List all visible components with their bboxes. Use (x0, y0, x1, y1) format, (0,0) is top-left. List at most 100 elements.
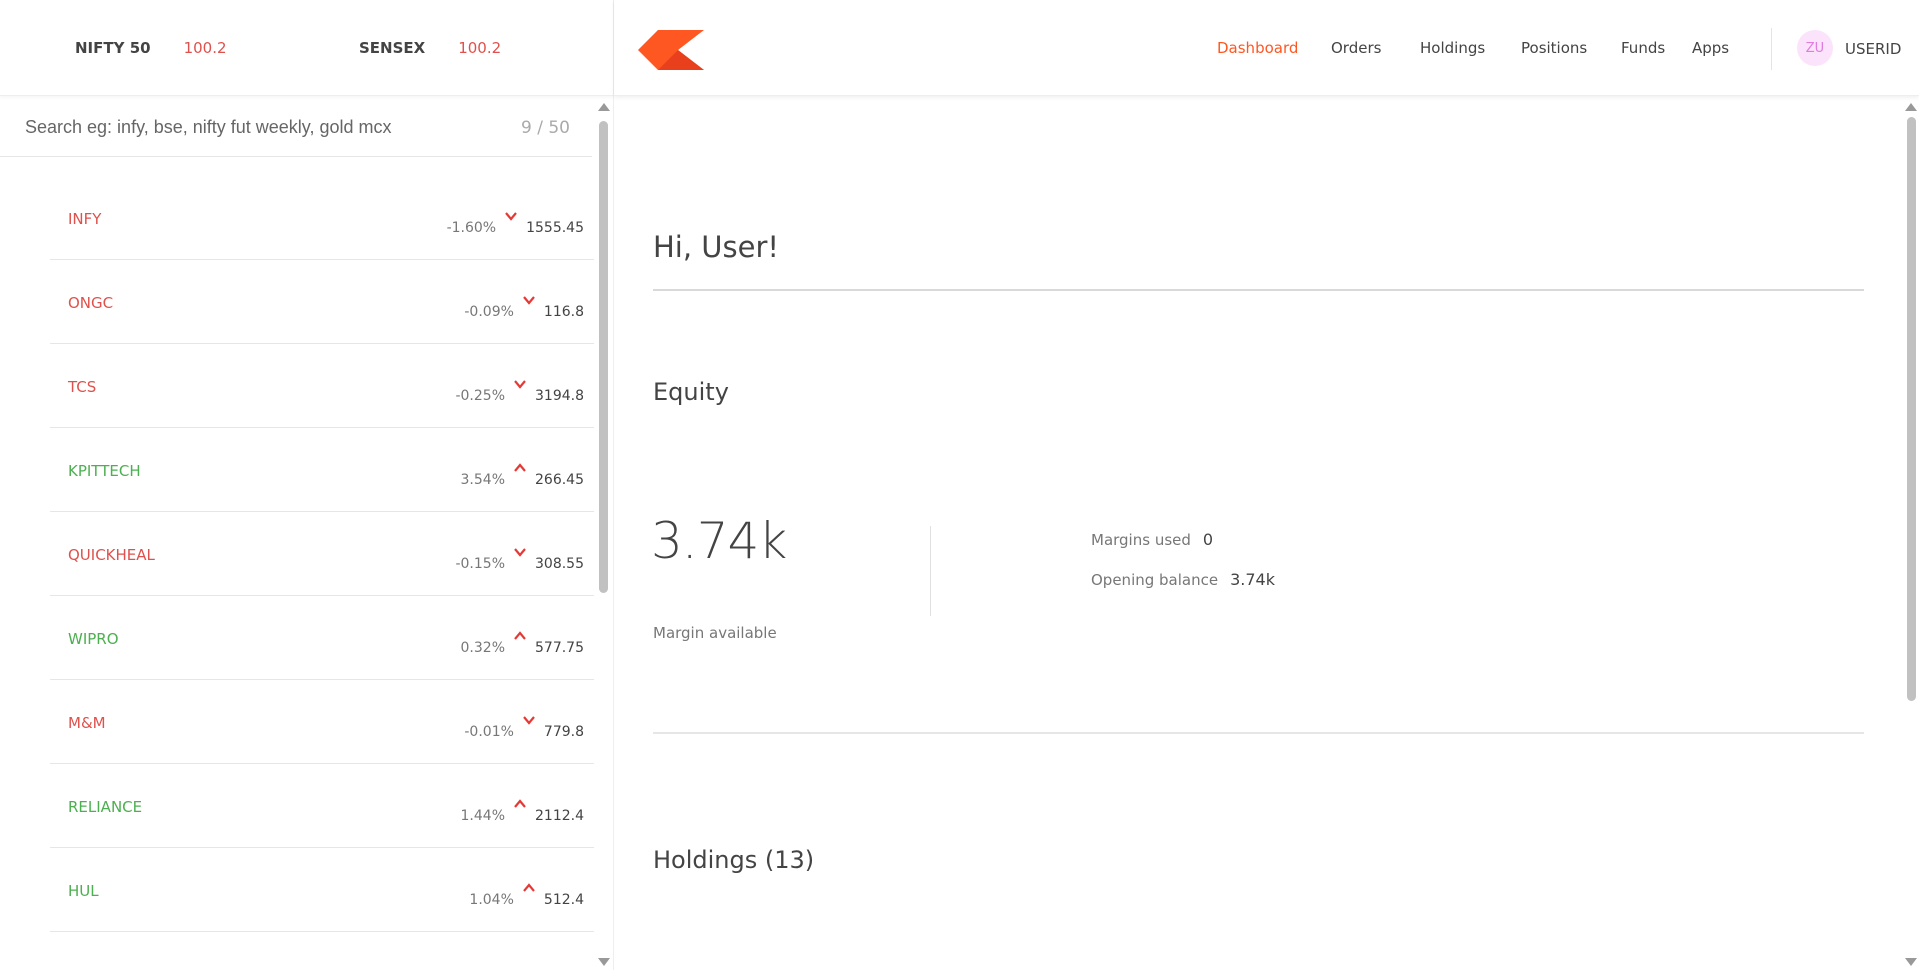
watchlist-item[interactable]: KPITTECH 3.54% 266.45 (50, 428, 594, 512)
margins-used-label: Margins used (1091, 531, 1191, 549)
greeting: Hi, User! (653, 230, 780, 264)
watchlist-item[interactable]: INFY -1.60% 1555.45 (50, 176, 594, 260)
chevron-down-icon (522, 714, 536, 728)
instrument-symbol: ONGC (68, 294, 114, 312)
left-panel: NIFTY 50 100.2 SENSEX 100.2 9 / 50 INFY -… (0, 0, 614, 970)
instrument-change: -0.01% (464, 724, 514, 740)
chevron-up-icon (513, 630, 527, 644)
equity-divider (930, 526, 931, 616)
index-value: 100.2 (183, 39, 227, 57)
main-scrollbar[interactable] (1904, 99, 1919, 970)
chevron-up-icon (522, 882, 536, 896)
instrument-quote: 1.44% 2112.4 (461, 796, 584, 824)
equity-title: Equity (653, 378, 729, 406)
opening-balance-value: 3.74k (1230, 570, 1275, 589)
instrument-quote: -0.01% 779.8 (464, 712, 584, 740)
instrument-price: 1555.45 (526, 220, 584, 236)
user-id[interactable]: USERID (1845, 40, 1901, 58)
watchlist-item[interactable]: ONGC -0.09% 116.8 (50, 260, 594, 344)
scroll-down-arrow-icon[interactable] (598, 958, 610, 966)
instrument-change: 1.04% (469, 892, 514, 908)
instrument-change: 0.32% (460, 640, 505, 656)
opening-balance: Opening balance 3.74k (1091, 570, 1275, 589)
chevron-down-icon (513, 546, 527, 560)
chevron-down-icon (504, 210, 518, 224)
margin-available-label: Margin available (653, 624, 777, 642)
chevron-up-icon (513, 462, 527, 476)
watchlist-item[interactable]: WIPRO 0.32% 577.75 (50, 596, 594, 680)
dashboard-content: Hi, User! Equity 3.74k Margin available … (614, 100, 1899, 970)
instrument-quote: -0.25% 3194.8 (455, 376, 584, 404)
chevron-down-icon (513, 378, 527, 392)
header-divider (1771, 28, 1772, 70)
margin-available-value: 3.74k (651, 512, 787, 570)
index-value: 100.2 (458, 39, 502, 57)
instrument-price: 2112.4 (535, 808, 584, 824)
watchlist-count: 9 / 50 (521, 118, 570, 138)
instrument-change: -0.15% (455, 556, 505, 572)
instrument-symbol: WIPRO (68, 630, 119, 648)
watchlist: INFY -1.60% 1555.45 ONGC -0.09% 116.8 TCS -0.25… (50, 176, 594, 932)
watchlist-item[interactable]: QUICKHEAL -0.15% 308.55 (50, 512, 594, 596)
instrument-quote: 3.54% 266.45 (461, 460, 584, 488)
scrollbar-thumb[interactable] (1907, 117, 1916, 701)
instrument-change: -0.25% (455, 388, 505, 404)
watchlist-item[interactable]: TCS -0.25% 3194.8 (50, 344, 594, 428)
watchlist-item[interactable]: HUL 1.04% 512.4 (50, 848, 594, 932)
chevron-up-icon (513, 798, 527, 812)
app-root: NIFTY 50 100.2 SENSEX 100.2 9 / 50 INFY -… (0, 0, 1919, 970)
instrument-price: 308.55 (535, 556, 584, 572)
index-name: NIFTY 50 (75, 39, 151, 57)
scroll-up-arrow-icon[interactable] (1905, 103, 1917, 111)
scroll-up-arrow-icon[interactable] (598, 103, 610, 111)
nav-positions[interactable]: Positions (1521, 39, 1587, 57)
margins-used: Margins used 0 (1091, 530, 1213, 549)
instrument-symbol: KPITTECH (68, 462, 141, 480)
instrument-quote: -0.09% 116.8 (464, 292, 584, 320)
market-indices: NIFTY 50 100.2 SENSEX 100.2 (0, 0, 613, 96)
nav-dashboard[interactable]: Dashboard (1217, 39, 1298, 57)
index-nifty[interactable]: NIFTY 50 100.2 (75, 39, 227, 57)
instrument-price: 512.4 (543, 892, 584, 908)
section-divider (653, 732, 1864, 734)
opening-balance-label: Opening balance (1091, 571, 1219, 589)
nav-orders[interactable]: Orders (1331, 39, 1381, 57)
instrument-price: 116.8 (543, 304, 584, 320)
search-input[interactable] (25, 117, 505, 138)
nav-funds[interactable]: Funds (1621, 39, 1665, 57)
watchlist-search: 9 / 50 (0, 99, 592, 157)
watchlist-scrollbar[interactable] (597, 99, 610, 970)
instrument-price: 577.75 (535, 640, 584, 656)
instrument-symbol: RELIANCE (68, 798, 143, 816)
nav-apps[interactable]: Apps (1692, 39, 1729, 57)
instrument-symbol: HUL (68, 882, 99, 900)
instrument-symbol: TCS (68, 378, 97, 396)
avatar[interactable]: ZU (1797, 30, 1833, 66)
instrument-symbol: M&M (68, 714, 106, 732)
watchlist-item[interactable]: RELIANCE 1.44% 2112.4 (50, 764, 594, 848)
instrument-quote: 0.32% 577.75 (461, 628, 584, 656)
instrument-price: 266.45 (535, 472, 584, 488)
instrument-symbol: QUICKHEAL (68, 546, 155, 564)
instrument-symbol: INFY (68, 210, 102, 228)
nav-holdings[interactable]: Holdings (1420, 39, 1485, 57)
instrument-quote: -0.15% 308.55 (455, 544, 584, 572)
scrollbar-thumb[interactable] (599, 121, 608, 593)
section-divider (653, 289, 1864, 291)
chevron-down-icon (522, 294, 536, 308)
index-sensex[interactable]: SENSEX 100.2 (359, 39, 501, 57)
watchlist-item[interactable]: M&M -0.01% 779.8 (50, 680, 594, 764)
top-header: Dashboard Orders Holdings Positions Fund… (614, 0, 1919, 96)
scroll-down-arrow-icon[interactable] (1905, 958, 1917, 966)
holdings-title: Holdings (13) (653, 846, 815, 874)
instrument-price: 3194.8 (535, 388, 584, 404)
kite-logo-icon[interactable] (638, 30, 704, 70)
instrument-change: -1.60% (446, 220, 497, 236)
instrument-price: 779.8 (543, 724, 584, 740)
instrument-quote: -1.60% 1555.45 (447, 208, 584, 236)
margins-used-value: 0 (1202, 530, 1214, 549)
instrument-change: 1.44% (460, 808, 505, 824)
index-name: SENSEX (359, 39, 426, 57)
instrument-quote: 1.04% 512.4 (469, 880, 584, 908)
instrument-change: -0.09% (464, 304, 514, 320)
